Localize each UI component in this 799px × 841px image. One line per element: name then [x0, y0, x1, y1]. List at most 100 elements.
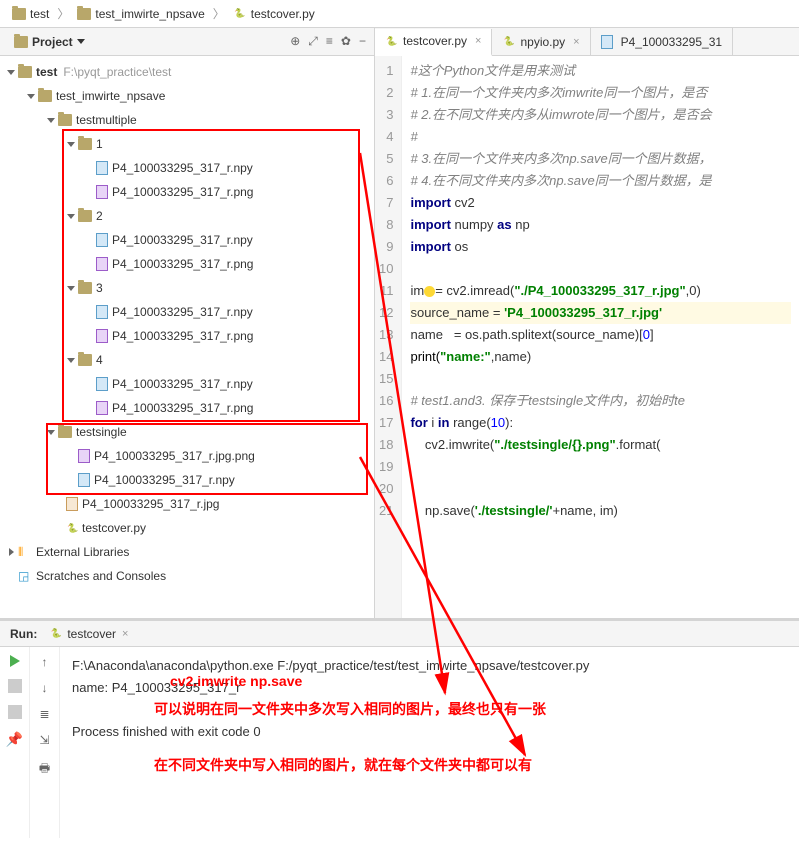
expand-arrow-icon[interactable] — [6, 67, 16, 77]
mod: cv2 — [455, 195, 475, 210]
expand-arrow-icon[interactable] — [66, 355, 76, 365]
project-tree[interactable]: test F:\pyqt_practice\test test_imwirte_… — [0, 56, 374, 618]
tree-file[interactable]: P4_100033295_317_r.png — [0, 324, 374, 348]
expand-arrow-icon[interactable] — [66, 283, 76, 293]
tree-file[interactable]: 🐍 testcover.py — [0, 516, 374, 540]
expand-arrow-icon[interactable] — [66, 211, 76, 221]
line-number: 10 — [379, 258, 393, 280]
python-file-icon: 🐍 — [502, 35, 516, 49]
gutter: 123456789101112131415161718192021 — [375, 56, 402, 618]
expand-icon[interactable]: ⤢ — [308, 34, 318, 49]
expand-arrow-icon[interactable] — [46, 115, 56, 125]
str: './testsingle/' — [475, 503, 553, 518]
comment: # 3.在同一个文件夹内多次np.save同一个图片数据， — [410, 151, 711, 166]
annotation-text: 可以说明在同一文件夹中多次写入相同的图片，最终也只有一张 — [154, 699, 546, 719]
tree-label: P4_100033295_317_r.jpg — [82, 497, 219, 511]
breadcrumb-test[interactable]: test — [8, 5, 53, 23]
close-icon[interactable]: × — [122, 628, 128, 640]
hide-icon[interactable]: − — [359, 34, 366, 49]
tree-file[interactable]: P4_100033295_317_r.npy — [0, 468, 374, 492]
txt: ): — [505, 415, 513, 430]
tree-file[interactable]: P4_100033295_317_r.npy — [0, 372, 374, 396]
down-icon[interactable]: ↓ — [42, 681, 48, 695]
close-icon[interactable]: × — [573, 36, 579, 48]
external-libraries[interactable]: ⦀ External Libraries — [0, 540, 374, 564]
project-sidebar: Project ⊕ ⤢ ≡ ✿ − test F:\pyqt_practice\… — [0, 28, 375, 618]
tab-testcover[interactable]: 🐍 testcover.py × — [375, 29, 492, 56]
close-icon[interactable]: × — [475, 35, 481, 47]
code-editor[interactable]: 123456789101112131415161718192021 #这个Pyt… — [375, 56, 799, 618]
tree-folder[interactable]: test_imwirte_npsave — [0, 84, 374, 108]
tree-label: Scratches and Consoles — [36, 569, 166, 583]
settings-icon[interactable]: ✿ — [341, 34, 351, 49]
breadcrumb-file[interactable]: 🐍 testcover.py — [229, 5, 319, 23]
line-number: 9 — [379, 236, 393, 258]
tree-label: P4_100033295_317_r.npy — [112, 377, 253, 391]
kw: for — [410, 415, 431, 430]
project-label: Project — [32, 35, 73, 49]
play-icon[interactable] — [10, 655, 20, 667]
stop-icon[interactable] — [8, 679, 22, 693]
tree-file[interactable]: P4_100033295_317_r.npy — [0, 300, 374, 324]
tree-folder[interactable]: 2 — [0, 204, 374, 228]
tree-folder[interactable]: 3 — [0, 276, 374, 300]
image-file-icon — [78, 449, 90, 463]
expand-arrow-icon[interactable] — [26, 91, 36, 101]
tree-folder[interactable]: testmultiple — [0, 108, 374, 132]
tree-file[interactable]: P4_100033295_317_r.npy — [0, 156, 374, 180]
breadcrumb-label: testcover.py — [251, 7, 315, 21]
tree-label: P4_100033295_317_r.npy — [112, 233, 253, 247]
npy-file-icon — [601, 35, 613, 49]
print-icon[interactable]: 🖶 — [39, 759, 50, 780]
tab-p4[interactable]: P4_100033295_31 — [591, 28, 733, 55]
breadcrumb-folder[interactable]: test_imwirte_npsave — [73, 5, 208, 23]
scroll-icon[interactable]: ⇲ — [39, 733, 49, 747]
wrap-icon[interactable]: ≣ — [39, 707, 49, 721]
expand-arrow-icon[interactable] — [46, 427, 56, 437]
tab-label: npyio.py — [520, 35, 565, 49]
tree-folder[interactable]: testsingle — [0, 420, 374, 444]
tab-label: testcover.py — [403, 34, 467, 48]
python-file-icon: 🐍 — [49, 627, 63, 641]
pin-icon[interactable]: 📌 — [6, 731, 23, 748]
mod: numpy — [455, 217, 498, 232]
npy-file-icon — [78, 473, 90, 487]
comment: # 1.在同一个文件夹内多次imwrite同一个图片，是否 — [410, 85, 707, 100]
collapse-icon[interactable]: ≡ — [326, 34, 333, 49]
line-number: 13 — [379, 324, 393, 346]
target-icon[interactable]: ⊕ — [290, 34, 300, 49]
folder-icon — [78, 210, 92, 222]
python-file-icon: 🐍 — [233, 7, 247, 21]
tree-file[interactable]: P4_100033295_317_r.jpg.png — [0, 444, 374, 468]
console-output[interactable]: F:\Anaconda\anaconda\python.exe F:/pyqt_… — [60, 647, 799, 838]
str: 'P4_100033295_317_r.jpg' — [504, 305, 662, 320]
project-dropdown[interactable]: Project — [8, 33, 91, 51]
bulb-icon[interactable] — [424, 286, 435, 297]
tree-file[interactable]: P4_100033295_317_r.png — [0, 252, 374, 276]
chevron-right-icon: 〉 — [213, 5, 225, 22]
tree-label: test_imwirte_npsave — [56, 89, 165, 103]
tree-folder[interactable]: 1 — [0, 132, 374, 156]
comment: # test1.and3. 保存于testsingle文件内，初始时te — [410, 393, 685, 408]
breadcrumb-label: test — [30, 7, 49, 21]
code-area[interactable]: #这个Python文件是用来测试 # 1.在同一个文件夹内多次imwrite同一… — [402, 56, 799, 618]
str: "name:" — [440, 349, 491, 364]
tree-label: P4_100033295_317_r.png — [112, 329, 253, 343]
txt: np.save( — [410, 503, 474, 518]
run-header: Run: 🐍 testcover × — [0, 621, 799, 647]
expand-arrow-icon[interactable] — [66, 139, 76, 149]
line-number: 8 — [379, 214, 393, 236]
tab-npyio[interactable]: 🐍 npyio.py × — [492, 28, 590, 55]
libraries-icon: ⦀ — [18, 545, 32, 559]
tree-file[interactable]: P4_100033295_317_r.png — [0, 180, 374, 204]
up-icon[interactable]: ↑ — [42, 655, 48, 669]
tree-file[interactable]: P4_100033295_317_r.npy — [0, 228, 374, 252]
scratches[interactable]: ◲ Scratches and Consoles — [0, 564, 374, 588]
tree-file[interactable]: P4_100033295_317_r.jpg — [0, 492, 374, 516]
expand-arrow-icon[interactable] — [6, 547, 16, 557]
tree-folder[interactable]: 4 — [0, 348, 374, 372]
tree-root[interactable]: test F:\pyqt_practice\test — [0, 60, 374, 84]
layout-icon[interactable] — [8, 705, 22, 719]
tree-file[interactable]: P4_100033295_317_r.png — [0, 396, 374, 420]
txt: range( — [453, 415, 491, 430]
